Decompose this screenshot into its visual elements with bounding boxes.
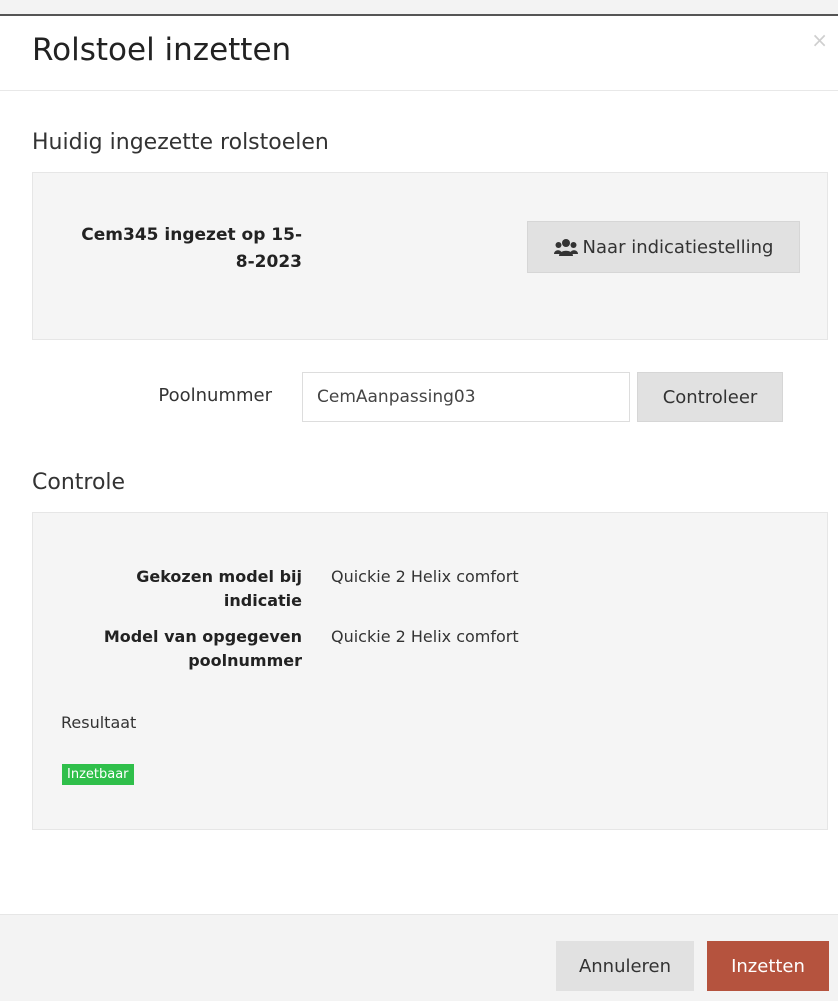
current-wheelchair-item: Cem345 ingezet op 15- 8-2023 bbox=[63, 222, 302, 276]
close-icon[interactable]: × bbox=[811, 30, 828, 50]
chosen-model-label-line2: indicatie bbox=[223, 591, 302, 610]
pool-model-value: Quickie 2 Helix comfort bbox=[331, 627, 519, 646]
chosen-model-value: Quickie 2 Helix comfort bbox=[331, 567, 519, 586]
check-panel: Gekozen model bij indicatie Quickie 2 He… bbox=[32, 512, 828, 830]
current-section-title: Huidig ingezette rolstoelen bbox=[32, 130, 329, 155]
dialog-title: Rolstoel inzetten bbox=[32, 32, 292, 68]
current-item-line1: Cem345 ingezet op 15- bbox=[81, 225, 302, 245]
current-item-line2: 8-2023 bbox=[235, 252, 302, 272]
indication-button[interactable]: Naar indicatiestelling bbox=[527, 221, 800, 273]
pool-model-label-line1: Model van opgegeven bbox=[103, 627, 302, 646]
cancel-button[interactable]: Annuleren bbox=[556, 941, 694, 991]
indication-button-label: Naar indicatiestelling bbox=[582, 236, 774, 258]
pool-model-label-line2: poolnummer bbox=[188, 651, 302, 670]
users-icon bbox=[553, 239, 578, 256]
check-button[interactable]: Controleer bbox=[637, 372, 783, 422]
pool-model-label: Model van opgegeven poolnummer bbox=[63, 625, 302, 673]
chosen-model-label: Gekozen model bij indicatie bbox=[63, 565, 302, 613]
pool-number-label: Poolnummer bbox=[158, 385, 272, 406]
chosen-model-label-line1: Gekozen model bij bbox=[136, 567, 302, 586]
result-label: Resultaat bbox=[61, 713, 137, 732]
deploy-button[interactable]: Inzetten bbox=[707, 941, 829, 991]
check-section-title: Controle bbox=[32, 470, 126, 495]
pool-number-input[interactable] bbox=[302, 372, 630, 422]
current-wheelchairs-panel: Cem345 ingezet op 15- 8-2023 Naar indica… bbox=[32, 172, 828, 340]
dialog-header: Rolstoel inzetten × bbox=[0, 16, 838, 91]
deploy-wheelchair-dialog: Rolstoel inzetten × Huidig ingezette rol… bbox=[0, 14, 838, 1001]
result-status-badge: Inzetbaar bbox=[62, 764, 134, 785]
dialog-footer: Annuleren Inzetten bbox=[0, 914, 838, 1001]
